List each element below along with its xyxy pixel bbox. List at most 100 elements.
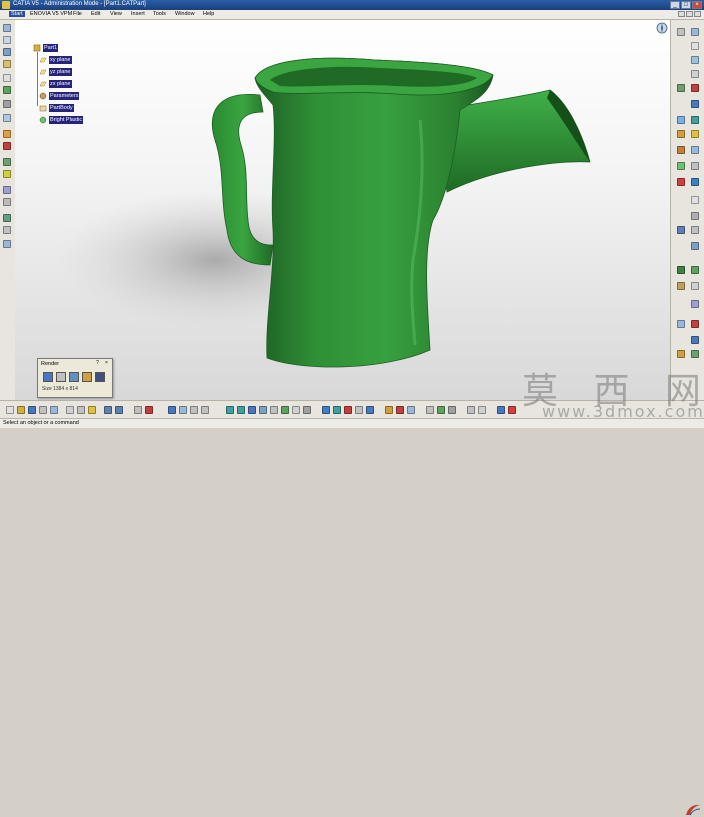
close-button[interactable]: × [692, 1, 702, 9]
print-icon[interactable] [39, 406, 47, 414]
fillet-icon[interactable] [3, 130, 11, 138]
draft-icon[interactable] [3, 158, 11, 166]
formula-icon[interactable] [134, 406, 142, 414]
translate-icon[interactable] [691, 178, 699, 186]
render-scene-icon[interactable] [56, 372, 66, 382]
measure-icon[interactable] [677, 28, 685, 36]
loft-icon[interactable] [677, 130, 685, 138]
join-icon[interactable] [677, 146, 685, 154]
menu-enovia[interactable]: ENOVIA V5 VPM [30, 11, 72, 17]
render-settings-icon[interactable] [95, 372, 105, 382]
normal-view-icon[interactable] [248, 406, 256, 414]
line-bottom-icon[interactable] [396, 406, 404, 414]
redo-icon[interactable] [115, 406, 123, 414]
fill-icon[interactable] [677, 178, 685, 186]
curvature-icon[interactable] [677, 320, 685, 328]
zoom-out-icon[interactable] [237, 406, 245, 414]
offset-icon[interactable] [691, 162, 699, 170]
plane-bottom-icon[interactable] [407, 406, 415, 414]
extrude-icon[interactable] [691, 100, 699, 108]
rotate-view-icon[interactable] [201, 406, 209, 414]
menu-window[interactable]: Window [175, 11, 195, 17]
doc-minimize-button[interactable] [678, 11, 685, 17]
plane-icon[interactable] [3, 48, 11, 56]
trim-icon[interactable] [677, 162, 685, 170]
chamfer-icon[interactable] [3, 142, 11, 150]
pocket-icon[interactable] [3, 74, 11, 82]
measure-between-icon[interactable] [344, 406, 352, 414]
menu-file[interactable]: File [73, 11, 82, 17]
shading-icon[interactable] [281, 406, 289, 414]
cut-icon[interactable] [66, 406, 74, 414]
update-icon[interactable] [691, 336, 699, 344]
thread-icon[interactable] [3, 186, 11, 194]
render-image-icon[interactable] [43, 372, 53, 382]
multi-view-icon[interactable] [259, 406, 267, 414]
law-icon[interactable] [145, 406, 153, 414]
intersect-icon[interactable] [691, 242, 699, 250]
menu-tools[interactable]: Tools [153, 11, 166, 17]
doc-close-button[interactable] [694, 11, 701, 17]
measure-item-icon[interactable] [355, 406, 363, 414]
minimize-button[interactable]: _ [670, 1, 680, 9]
render-close-button[interactable]: × [103, 360, 110, 366]
sketcher-icon[interactable] [691, 70, 699, 78]
copy-icon[interactable] [77, 406, 85, 414]
apply-material-icon[interactable] [691, 320, 699, 328]
close-surface-icon[interactable] [691, 266, 699, 274]
hole-icon[interactable] [3, 100, 11, 108]
iso-view-icon[interactable] [270, 406, 278, 414]
line-icon[interactable] [691, 42, 699, 50]
render-toolbar-panel[interactable]: Render ? × Size 1384 x 814 [37, 358, 113, 398]
menu-view[interactable]: View [110, 11, 122, 17]
repeat-icon[interactable] [426, 406, 434, 414]
point-icon[interactable] [691, 56, 699, 64]
compass-icon[interactable] [656, 22, 668, 34]
sweep-icon[interactable] [691, 116, 699, 124]
menu-insert[interactable]: Insert [131, 11, 145, 17]
fly-mode-icon[interactable] [168, 406, 176, 414]
catia-app-icon[interactable] [2, 1, 10, 9]
pattern-icon[interactable] [3, 214, 11, 222]
open-icon[interactable] [17, 406, 25, 414]
boolean-icon[interactable] [3, 240, 11, 248]
catalog-browser-icon[interactable] [322, 406, 330, 414]
menu-edit[interactable]: Edit [91, 11, 100, 17]
surface-icon[interactable] [677, 84, 685, 92]
hide-show-icon[interactable] [292, 406, 300, 414]
measure-inertia-icon[interactable] [366, 406, 374, 414]
revolve-icon[interactable] [677, 116, 685, 124]
pad-icon[interactable] [3, 60, 11, 68]
new-icon[interactable] [6, 406, 14, 414]
shaft-icon[interactable] [3, 86, 11, 94]
catalog-icon[interactable] [691, 350, 699, 358]
symmetry-icon[interactable] [691, 212, 699, 220]
doc-restore-button[interactable] [686, 11, 693, 17]
check-icon[interactable] [508, 406, 516, 414]
analysis-icon[interactable] [691, 84, 699, 92]
analysis-bottom-icon[interactable] [497, 406, 505, 414]
fit-all-icon[interactable] [179, 406, 187, 414]
draft-analysis-icon[interactable] [691, 300, 699, 308]
mirror-icon[interactable] [3, 198, 11, 206]
blend-icon[interactable] [691, 130, 699, 138]
thickness-icon[interactable] [677, 266, 685, 274]
pan-icon[interactable] [190, 406, 198, 414]
grid-icon[interactable] [437, 406, 445, 414]
remove-face-icon[interactable] [691, 282, 699, 290]
select-icon[interactable] [3, 24, 11, 32]
dimension-icon[interactable] [467, 406, 475, 414]
apply-material-bottom-icon[interactable] [333, 406, 341, 414]
undo-icon[interactable] [104, 406, 112, 414]
boundary-icon[interactable] [691, 226, 699, 234]
menu-start[interactable]: Start [9, 11, 25, 17]
point-bottom-icon[interactable] [385, 406, 393, 414]
swap-space-icon[interactable] [303, 406, 311, 414]
rib-icon[interactable] [3, 114, 11, 122]
snap-icon[interactable] [448, 406, 456, 414]
render-shooting-icon[interactable] [82, 372, 92, 382]
extrapolate-icon[interactable] [677, 226, 685, 234]
split-icon[interactable] [691, 146, 699, 154]
3d-viewport[interactable]: Part1 xy plane yz plane zx plane Paramet… [15, 20, 670, 400]
jug-model[interactable] [15, 20, 670, 400]
